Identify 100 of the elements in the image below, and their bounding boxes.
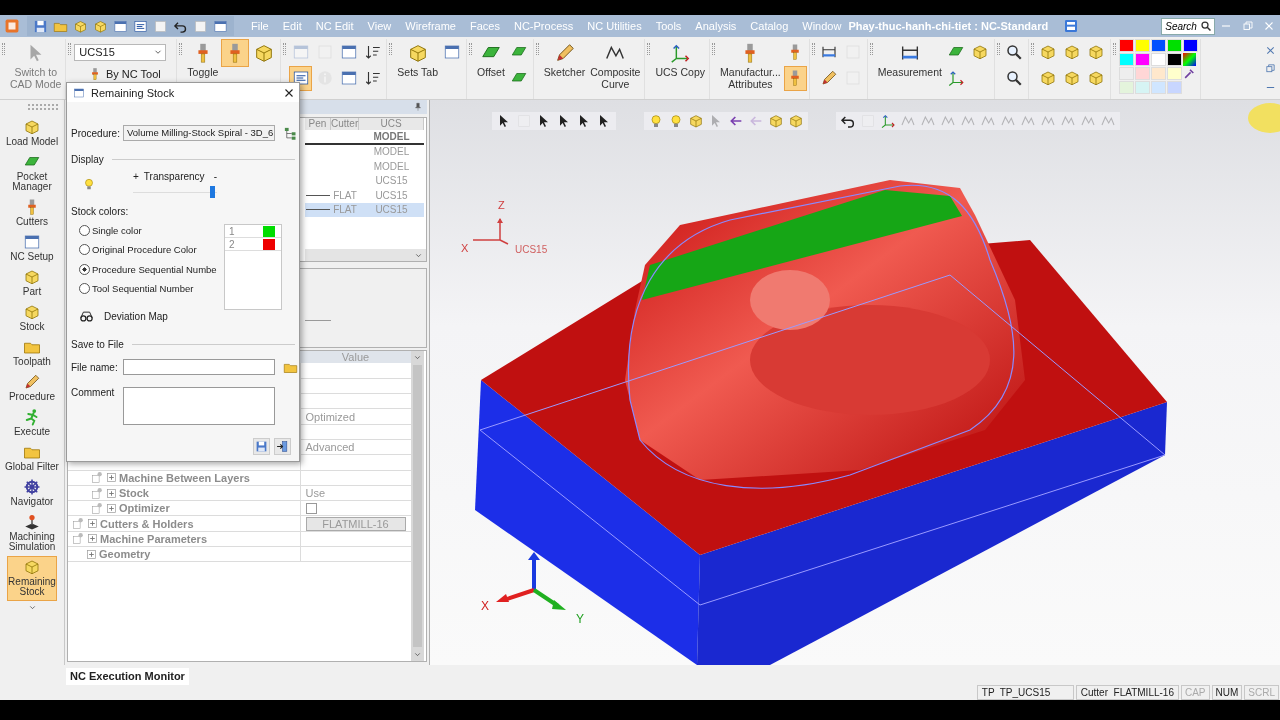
column-header[interactable]: Cutter <box>331 118 359 130</box>
property-name[interactable]: Cutters & Holders <box>100 517 194 530</box>
column-header[interactable]: Pen <box>305 118 331 130</box>
close-icon[interactable] <box>1263 20 1276 32</box>
expand-icon[interactable] <box>87 533 98 545</box>
ribbon-button[interactable]: Sets Tab <box>395 39 440 81</box>
expand-icon[interactable] <box>106 487 117 499</box>
search-icon[interactable] <box>1200 19 1213 32</box>
radio-label[interactable]: Tool Sequential Number <box>92 283 194 295</box>
ribbon-button[interactable]: Measurement <box>875 39 944 81</box>
caret-icon[interactable] <box>413 650 422 659</box>
toolbar-button[interactable]: Machining Simulation <box>7 511 57 556</box>
window-icon[interactable] <box>213 18 228 34</box>
toolbar-button[interactable]: Part <box>7 266 57 301</box>
tree-row[interactable]: MODEL <box>305 159 424 174</box>
frame-icon[interactable] <box>193 18 208 34</box>
color-swatch[interactable] <box>1150 38 1166 52</box>
slider-thumb[interactable] <box>209 185 215 198</box>
color-swatch[interactable] <box>1150 52 1166 66</box>
checkbox[interactable] <box>305 502 317 514</box>
radio-button[interactable] <box>79 283 90 295</box>
caret-icon[interactable] <box>413 353 422 362</box>
ribbon-button[interactable]: Toggle <box>185 39 221 81</box>
property-name[interactable]: Geometry <box>99 548 151 561</box>
color-swatch[interactable] <box>1118 66 1134 80</box>
option-label[interactable]: Deviation Map <box>104 310 168 322</box>
search-field[interactable]: Search <box>1161 17 1216 35</box>
eyedropper-icon[interactable] <box>1182 66 1196 80</box>
tree-row[interactable]: UCS15 <box>305 173 424 188</box>
color-swatch[interactable] <box>1166 80 1182 94</box>
pin-icon[interactable] <box>413 102 423 112</box>
window-icon[interactable] <box>113 18 128 34</box>
exit-button[interactable] <box>274 438 291 456</box>
comment-field[interactable] <box>123 387 275 426</box>
procedure-field[interactable]: Volume Milling-Stock Spiral - 3D_6 <box>123 125 275 141</box>
tree-row[interactable]: MODEL <box>305 144 424 159</box>
tree-row[interactable]: FLAT UCS15 <box>305 188 424 203</box>
column-header[interactable]: UCS <box>359 118 424 130</box>
toolbar-button[interactable]: Navigator <box>7 476 57 511</box>
ribbon-button[interactable]: Sketcher <box>541 39 588 81</box>
app-icon[interactable] <box>5 19 19 33</box>
color-swatch[interactable] <box>1134 52 1150 66</box>
bulb-icon[interactable] <box>82 177 96 191</box>
ribbon-button[interactable]: Composite Curve <box>588 39 643 93</box>
toolbar-button[interactable]: Load Model <box>7 116 57 151</box>
close-button[interactable] <box>283 86 295 99</box>
radio-label[interactable]: Original Procedure Color <box>92 244 197 256</box>
color-swatch[interactable] <box>1118 38 1134 52</box>
color-swatch[interactable] <box>1134 80 1150 94</box>
radio-button[interactable] <box>79 244 90 256</box>
toolbar-button[interactable]: Execute <box>7 406 57 441</box>
tree-icon[interactable] <box>283 125 298 141</box>
expand-icon[interactable] <box>86 548 97 560</box>
radio-button[interactable] <box>79 225 90 237</box>
input-field[interactable] <box>123 359 275 376</box>
ribbon-button[interactable]: Manufactur... Attributes <box>718 39 783 93</box>
save-icon[interactable] <box>33 18 48 34</box>
list-icon[interactable] <box>133 18 148 34</box>
property-name[interactable]: Stock <box>119 487 149 499</box>
close-icon[interactable] <box>1265 44 1276 56</box>
toolbar-button[interactable]: Toolpath <box>7 336 57 371</box>
color-swatch[interactable] <box>1150 80 1166 94</box>
toolbar-button[interactable]: Pocket Manager <box>7 151 57 196</box>
toolbar-button[interactable]: Cutters <box>7 196 57 231</box>
color-swatch[interactable] <box>263 238 275 250</box>
bulb-icon[interactable] <box>668 113 684 129</box>
restore-icon[interactable] <box>1265 63 1276 75</box>
cube-icon[interactable] <box>768 113 784 129</box>
cube-icon[interactable] <box>73 18 88 34</box>
color-swatch[interactable] <box>263 225 275 237</box>
color-swatch[interactable] <box>1134 38 1150 52</box>
expand-icon[interactable] <box>87 518 98 530</box>
radio-button[interactable] <box>79 263 90 275</box>
toolbar-button[interactable]: Stock <box>7 301 57 336</box>
bulb-icon[interactable] <box>648 113 664 129</box>
expand-icon[interactable] <box>106 472 117 484</box>
toolbar-button[interactable]: NC Setup <box>7 231 57 266</box>
color-swatch[interactable] <box>1166 66 1182 80</box>
cube-icon[interactable] <box>93 18 108 34</box>
gradient-swatch[interactable] <box>1182 52 1196 66</box>
glasses-icon[interactable] <box>79 308 94 324</box>
frame-icon[interactable] <box>153 18 168 34</box>
axes-icon[interactable] <box>880 113 896 129</box>
ribbon-button[interactable]: By NC Tool <box>74 65 175 82</box>
ucs-dropdown[interactable]: UCS15 <box>74 43 167 61</box>
property-name[interactable]: Optimizer <box>119 502 170 515</box>
save-button[interactable] <box>253 438 270 456</box>
restore-icon[interactable] <box>1241 20 1254 32</box>
color-swatch[interactable] <box>1118 52 1134 66</box>
color-swatch[interactable] <box>1182 38 1198 52</box>
panel-icon[interactable] <box>1063 18 1080 34</box>
caret-icon[interactable] <box>27 603 37 612</box>
color-swatch[interactable] <box>1150 66 1166 80</box>
radio-label[interactable]: Procedure Sequential Numbe <box>92 263 217 275</box>
color-list[interactable]: 1 2 <box>224 224 282 310</box>
expand-icon[interactable] <box>106 502 117 514</box>
color-swatch[interactable] <box>1166 52 1182 66</box>
toolbar-button[interactable]: Global Filter <box>7 441 57 476</box>
panel-tab[interactable]: NC Execution Monitor <box>66 668 189 685</box>
cube-icon[interactable] <box>788 113 804 129</box>
